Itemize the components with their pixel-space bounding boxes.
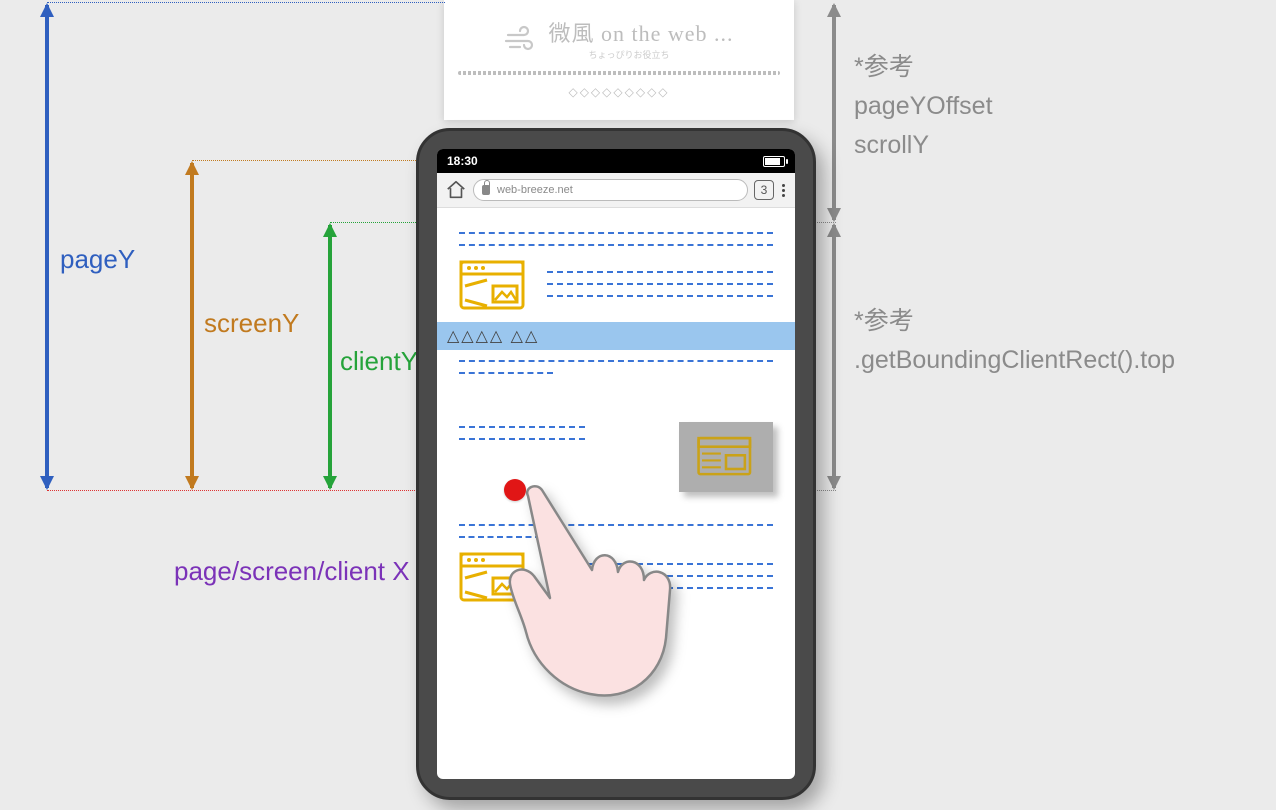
label-pageY: pageY bbox=[60, 244, 135, 275]
ref-pageYOffset: pageYOffset bbox=[854, 92, 993, 120]
status-bar: 18:30 bbox=[437, 149, 795, 173]
url-text: web-breeze.net bbox=[497, 184, 573, 196]
label-clientY: clientY bbox=[340, 346, 418, 377]
label-x: page/screen/client X bbox=[174, 556, 410, 587]
tab-count[interactable]: 3 bbox=[754, 180, 774, 200]
ref-mark: *参考 bbox=[854, 53, 914, 81]
site-logo: 微風 on the web ... ちょっぴりお役立ち bbox=[454, 10, 784, 61]
ref-scroll: *参考 pageYOffset scrollY bbox=[854, 48, 993, 164]
home-icon[interactable] bbox=[445, 179, 467, 201]
ref-mark-2: *参考 bbox=[854, 307, 914, 335]
ref-scrollY: scrollY bbox=[854, 131, 929, 159]
url-bar[interactable]: web-breeze.net bbox=[473, 179, 748, 201]
guide-top-document bbox=[47, 2, 445, 3]
window-illustration-icon bbox=[691, 433, 761, 481]
placeholder-text: ◇◇◇◇◇◇◇◇◇ bbox=[454, 85, 784, 99]
document-behind: 微風 on the web ... ちょっぴりお役立ち ◇◇◇◇◇◇◇◇◇ bbox=[444, 0, 794, 120]
ref-rect: *参考 .getBoundingClientRect().top bbox=[854, 302, 1175, 380]
battery-icon bbox=[763, 156, 785, 167]
browser-toolbar: web-breeze.net 3 bbox=[437, 173, 795, 208]
guide-top-screen bbox=[192, 160, 418, 161]
wind-icon bbox=[504, 25, 538, 53]
logo-subtitle: ちょっぴりお役立ち bbox=[588, 48, 669, 61]
logo-text: 微風 on the web ... bbox=[548, 16, 733, 48]
pointing-hand-icon bbox=[504, 480, 744, 720]
divider bbox=[458, 71, 780, 75]
status-time: 18:30 bbox=[447, 154, 478, 168]
menu-icon[interactable] bbox=[780, 184, 787, 197]
ref-getBoundingClientRect: .getBoundingClientRect().top bbox=[854, 346, 1175, 374]
touch-point-icon bbox=[504, 479, 526, 501]
section-heading: △△△△ △△ bbox=[437, 322, 795, 350]
window-illustration-icon bbox=[459, 256, 531, 312]
label-screenY: screenY bbox=[204, 308, 299, 339]
lock-icon bbox=[482, 185, 490, 195]
